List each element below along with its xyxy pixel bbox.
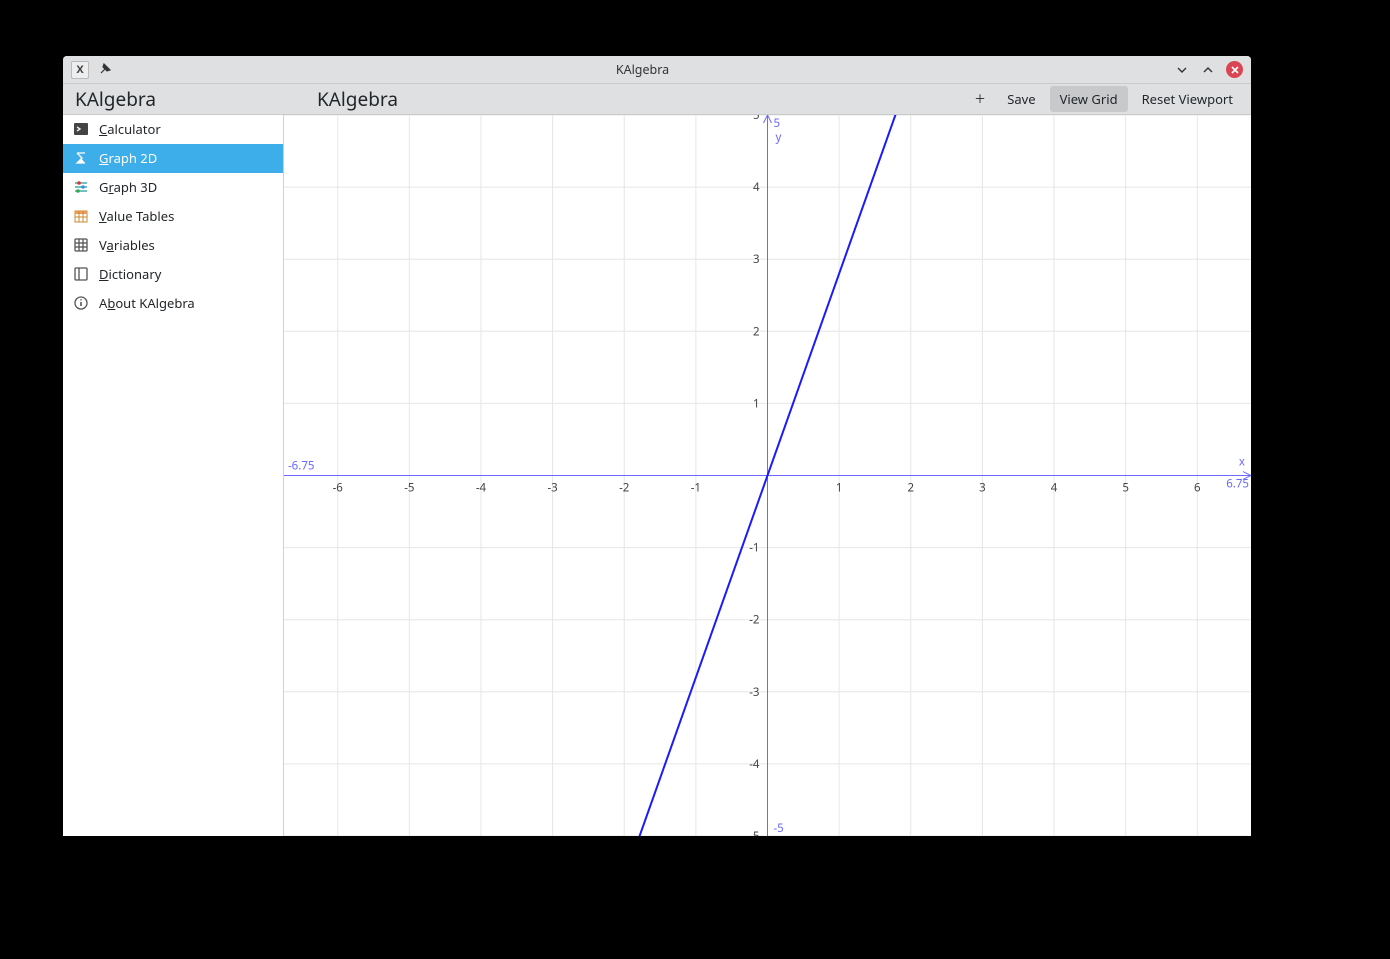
sidebar-item-label: Graph 2D [99,149,157,167]
sidebar-item-variables[interactable]: Variables [63,231,283,260]
app-window: X KAlgebra KAlgebra KAlgebra + Sa [63,56,1251,836]
sidebar-item-graph-3d[interactable]: Graph 3D [63,173,283,202]
x-tick: -2 [619,480,629,495]
sidebar-item-label: Graph 3D [99,178,157,196]
y-tick: -4 [749,757,760,772]
window-title: KAlgebra [111,61,1174,78]
x-tick: 2 [907,480,914,495]
graph-2d-viewport[interactable]: -6 -5 -4 -3 -2 -1 1 2 3 4 5 6 -5 -4 -3 -2 -1 1 2 3 4 5 x 6.75 -6… [284,115,1251,836]
titlebar: X KAlgebra [63,56,1251,84]
sidebar-item-value-tables[interactable]: Value Tables [63,202,283,231]
x-max-label: 6.75 [1226,476,1249,491]
sidebar-item-label: Value Tables [99,207,174,225]
window-body: Calculator Graph 2D Graph 3D Value Tables Va… [63,115,1251,836]
add-button[interactable]: + [967,85,993,113]
toolbar: KAlgebra KAlgebra + Save View Grid Reset… [63,84,1251,115]
sidebar-item-dictionary[interactable]: Dictionary [63,260,283,289]
y-tick: 3 [753,252,760,267]
vtables-icon [73,208,89,224]
sidebar-item-label: About KAlgebra [99,294,195,312]
view-grid-button[interactable]: View Grid [1050,86,1128,112]
x-tick: 3 [979,480,986,495]
x-tick: 6 [1194,480,1201,495]
sidebar-item-label: Variables [99,236,155,254]
y-tick: -2 [749,613,759,628]
y-tick: -1 [749,541,759,556]
x-tick: 1 [836,480,843,495]
table-icon [73,237,89,253]
x-tick: -5 [404,480,414,495]
x-tick: 4 [1051,480,1058,495]
maximize-button[interactable] [1200,63,1216,77]
y-axis-label: y [775,130,781,145]
plus-icon: + [975,87,985,111]
x-tick: -6 [333,480,344,495]
y-min-label: -5 [773,821,783,836]
save-button[interactable]: Save [997,86,1045,112]
pin-icon[interactable] [99,61,111,79]
x-min-label: -6.75 [288,459,314,474]
x-axis-label: x [1239,455,1245,470]
panel-icon [73,266,89,282]
page-title: KAlgebra [295,86,398,112]
y-tick: -5 [749,829,759,836]
reset-viewport-button[interactable]: Reset Viewport [1132,86,1243,112]
sliders-icon [73,179,89,195]
minimize-button[interactable] [1174,63,1190,77]
y-tick: 5 [753,115,760,123]
prompt-icon [73,121,89,137]
x-tick: -3 [547,480,557,495]
titlebar-app-icon: X [71,61,89,79]
graph-2d-canvas[interactable]: -6 -5 -4 -3 -2 -1 1 2 3 4 5 6 -5 -4 -3 -2 -1 1 2 3 4 5 x 6.75 -6… [284,115,1251,836]
sidebar: Calculator Graph 2D Graph 3D Value Tables Va… [63,115,284,836]
close-button[interactable] [1226,61,1243,78]
y-tick: 4 [753,180,760,195]
y-tick: 2 [753,324,760,339]
sidebar-item-label: Calculator [99,120,161,138]
info-icon [73,295,89,311]
sidebar-item-calculator[interactable]: Calculator [63,115,283,144]
x-tick: -4 [476,480,487,495]
x-tick: 5 [1122,480,1129,495]
sidebar-item-graph-2d[interactable]: Graph 2D [63,144,283,173]
y-max-label: 5 [773,116,780,131]
sigma-icon [73,150,89,166]
y-tick: 1 [753,396,760,411]
app-name: KAlgebra [63,86,295,112]
y-tick: -3 [749,685,759,700]
x-tick: -1 [691,480,701,495]
sidebar-item-label: Dictionary [99,265,161,283]
sidebar-item-about[interactable]: About KAlgebra [63,289,283,318]
